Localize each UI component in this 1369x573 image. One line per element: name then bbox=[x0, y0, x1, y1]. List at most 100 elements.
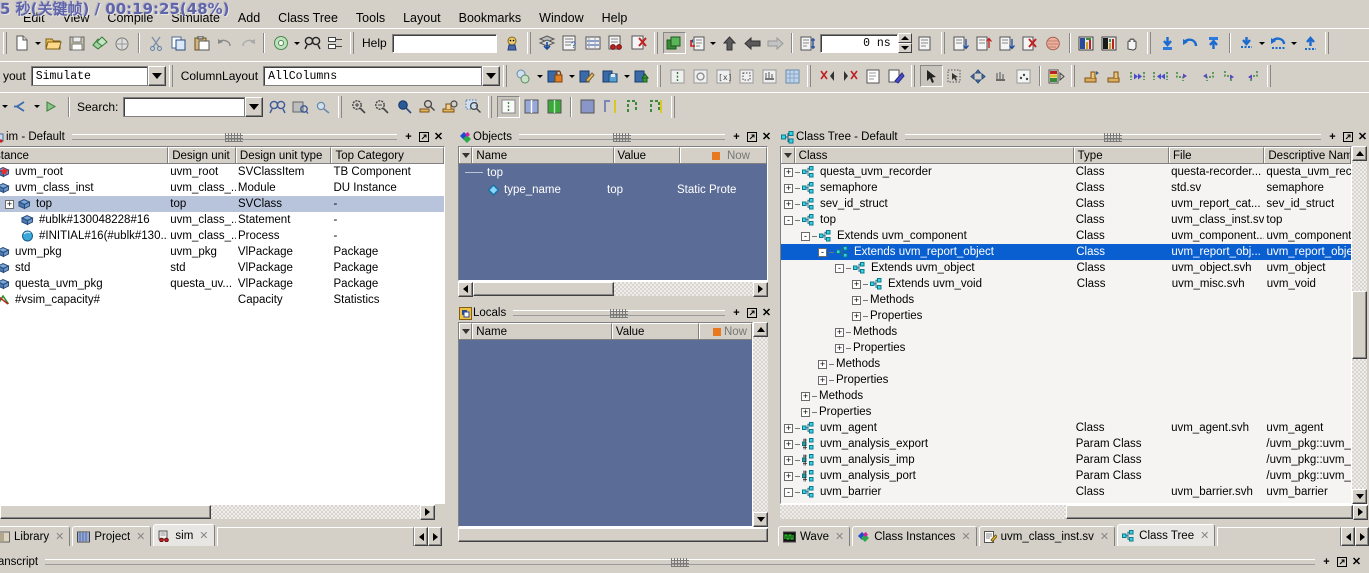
copy-wave-icon[interactable] bbox=[862, 65, 885, 87]
reload-marker-icon[interactable] bbox=[1179, 32, 1202, 54]
locals-row-list[interactable] bbox=[459, 340, 752, 526]
menu-item-window[interactable]: Window bbox=[530, 10, 592, 26]
run-all-icon[interactable] bbox=[605, 32, 628, 54]
toolbar-grip-bkmk[interactable] bbox=[1071, 65, 1076, 87]
delete-row-icon[interactable] bbox=[1019, 32, 1042, 54]
toolbar-grip[interactable] bbox=[3, 32, 7, 54]
hand-tool-icon[interactable] bbox=[1121, 32, 1144, 54]
classtree-row-expander[interactable]: + bbox=[784, 183, 793, 193]
left-tab-next-button[interactable] bbox=[428, 527, 442, 546]
column-blue-icon[interactable] bbox=[520, 96, 543, 118]
toolbar-grip-sel[interactable] bbox=[911, 65, 916, 87]
toolbar-grip-bp[interactable] bbox=[1146, 32, 1151, 54]
classtree-row-expander[interactable]: + bbox=[835, 343, 844, 353]
table-row[interactable]: #ublk#130048228#16 uvm_class_... Statement… bbox=[0, 212, 444, 228]
classtree-row-expander[interactable]: - bbox=[801, 231, 810, 241]
locals-pane-undock-button[interactable] bbox=[745, 307, 758, 320]
classtree-pane-undock-button[interactable] bbox=[1341, 131, 1354, 144]
classtree-column-headers[interactable]: Class Type File Descriptive Name bbox=[781, 147, 1351, 164]
open-folder-icon[interactable] bbox=[42, 32, 65, 54]
table-row[interactable]: uvm_class_inst uvm_class_... Module DU Inst… bbox=[0, 180, 444, 196]
right-tab-prev-button[interactable] bbox=[1341, 527, 1355, 546]
trans-next-icon[interactable] bbox=[1195, 65, 1218, 87]
table-row[interactable]: + Properties bbox=[781, 372, 1351, 388]
locals-vscroll-up-button[interactable] bbox=[753, 322, 768, 337]
circle-tool-icon[interactable] bbox=[689, 65, 712, 87]
classtree-row-expander[interactable]: - bbox=[784, 487, 793, 497]
table-row[interactable]: + Properties bbox=[781, 404, 1351, 420]
sim-pane-dock-button[interactable]: + bbox=[402, 131, 415, 144]
table-row[interactable]: + Methods bbox=[781, 324, 1351, 340]
dataset-save-dropdown-icon[interactable] bbox=[622, 65, 631, 87]
classtree-row-expander[interactable]: - bbox=[784, 215, 793, 225]
search-options-icon[interactable] bbox=[312, 96, 335, 118]
zoom-full-icon[interactable] bbox=[393, 96, 416, 118]
paste-wave-icon[interactable] bbox=[885, 65, 908, 87]
right-tab-next-button[interactable] bbox=[1355, 527, 1369, 546]
selection-box-icon[interactable] bbox=[735, 65, 758, 87]
color-legend-icon[interactable] bbox=[1045, 65, 1068, 87]
locals-hscrollbar[interactable] bbox=[458, 527, 768, 542]
table-row[interactable]: + Extends uvm_void Class uvm_misc.svh uvm_vo… bbox=[781, 276, 1351, 292]
run-step-icon[interactable]: ? bbox=[559, 32, 582, 54]
sim-row-expander[interactable]: + bbox=[5, 199, 14, 209]
run-length-input[interactable]: 0 ns bbox=[819, 33, 898, 53]
columnlayout-combo[interactable]: AllColumns bbox=[263, 66, 501, 86]
coverage-icon[interactable] bbox=[1042, 32, 1065, 54]
classtree-row-expander[interactable]: + bbox=[835, 327, 844, 337]
classtree-vscroll-up-button[interactable] bbox=[1352, 146, 1367, 161]
run-length-icon[interactable] bbox=[797, 32, 820, 54]
classtree-row-expander[interactable]: + bbox=[852, 295, 861, 305]
tab-class-tree[interactable]: Class Tree ✕ bbox=[1117, 524, 1216, 546]
objects-filter-icon[interactable] bbox=[459, 147, 473, 163]
right-splitter[interactable] bbox=[773, 129, 777, 549]
objects-column-header-1[interactable]: Value bbox=[613, 147, 681, 163]
classtree-row-expander[interactable]: + bbox=[784, 471, 793, 481]
menu-item-tools[interactable]: Tools bbox=[347, 10, 394, 26]
up-marker-icon[interactable] bbox=[1202, 32, 1225, 54]
step-row-icon[interactable] bbox=[950, 32, 973, 54]
classtree-row-expander[interactable]: + bbox=[852, 279, 861, 289]
tab-close-icon[interactable]: ✕ bbox=[959, 530, 970, 543]
zoom-out-icon[interactable] bbox=[370, 96, 393, 118]
step-row-blue-icon[interactable] bbox=[996, 32, 1019, 54]
run-length-stepper[interactable] bbox=[897, 33, 912, 53]
bookmark-add-icon[interactable] bbox=[1080, 65, 1103, 87]
table-row[interactable]: + uvm_analysis_imp Param Class/uvm_pkg::uv… bbox=[781, 452, 1351, 468]
toolbar-grip-wave1[interactable] bbox=[657, 65, 662, 87]
find-prev-icon[interactable] bbox=[9, 96, 32, 118]
locals-vscroll-down-button[interactable] bbox=[753, 512, 768, 527]
toolbar-grip-zoom[interactable] bbox=[338, 95, 343, 118]
locals-vscrollbar[interactable] bbox=[753, 322, 768, 527]
find-icon[interactable] bbox=[301, 32, 324, 54]
tab-close-icon[interactable]: ✕ bbox=[1198, 529, 1209, 542]
classtree-row-expander[interactable]: + bbox=[784, 423, 793, 433]
toolbar-grip-end3[interactable] bbox=[671, 95, 676, 118]
table-row[interactable]: + Methods bbox=[781, 388, 1351, 404]
cut-right-icon[interactable] bbox=[839, 65, 862, 87]
copy-icon[interactable] bbox=[167, 32, 190, 54]
measure-tool-icon[interactable] bbox=[989, 65, 1012, 87]
redo-icon[interactable] bbox=[236, 32, 259, 54]
cursor-prev-icon[interactable] bbox=[1218, 65, 1241, 87]
new-file-icon[interactable] bbox=[10, 32, 33, 54]
zoom-bookmark-save-icon[interactable] bbox=[439, 96, 462, 118]
restart-icon[interactable] bbox=[536, 32, 559, 54]
paste-icon[interactable] bbox=[190, 32, 213, 54]
find-next-icon[interactable] bbox=[41, 96, 64, 118]
table-row[interactable]: + Properties bbox=[781, 308, 1351, 324]
classtree-column-header-1[interactable]: Type bbox=[1073, 147, 1170, 163]
objects-hscroll-left-button[interactable] bbox=[458, 281, 473, 297]
classtree-column-header-3[interactable]: Descriptive Name bbox=[1264, 147, 1351, 163]
table-row[interactable]: - uvm_barrier Class uvm_barrier.svh uvm_barr… bbox=[781, 484, 1351, 500]
compile-icon[interactable] bbox=[88, 32, 111, 54]
menu-item-bookmarks[interactable]: Bookmarks bbox=[450, 10, 531, 26]
down-to-bottom-icon[interactable] bbox=[1235, 32, 1258, 54]
step-into-icon[interactable] bbox=[686, 32, 709, 54]
tab-close-icon[interactable]: ✕ bbox=[833, 530, 844, 543]
table-row[interactable]: #vsim_capacity# Capacity Statistics bbox=[0, 292, 444, 308]
tab-close-icon[interactable]: ✕ bbox=[53, 530, 64, 543]
list-item[interactable]: top bbox=[459, 164, 767, 181]
classtree-vscroll-thumb[interactable] bbox=[1352, 291, 1367, 359]
objects-column-headers[interactable]: Name Value Now bbox=[459, 147, 767, 164]
